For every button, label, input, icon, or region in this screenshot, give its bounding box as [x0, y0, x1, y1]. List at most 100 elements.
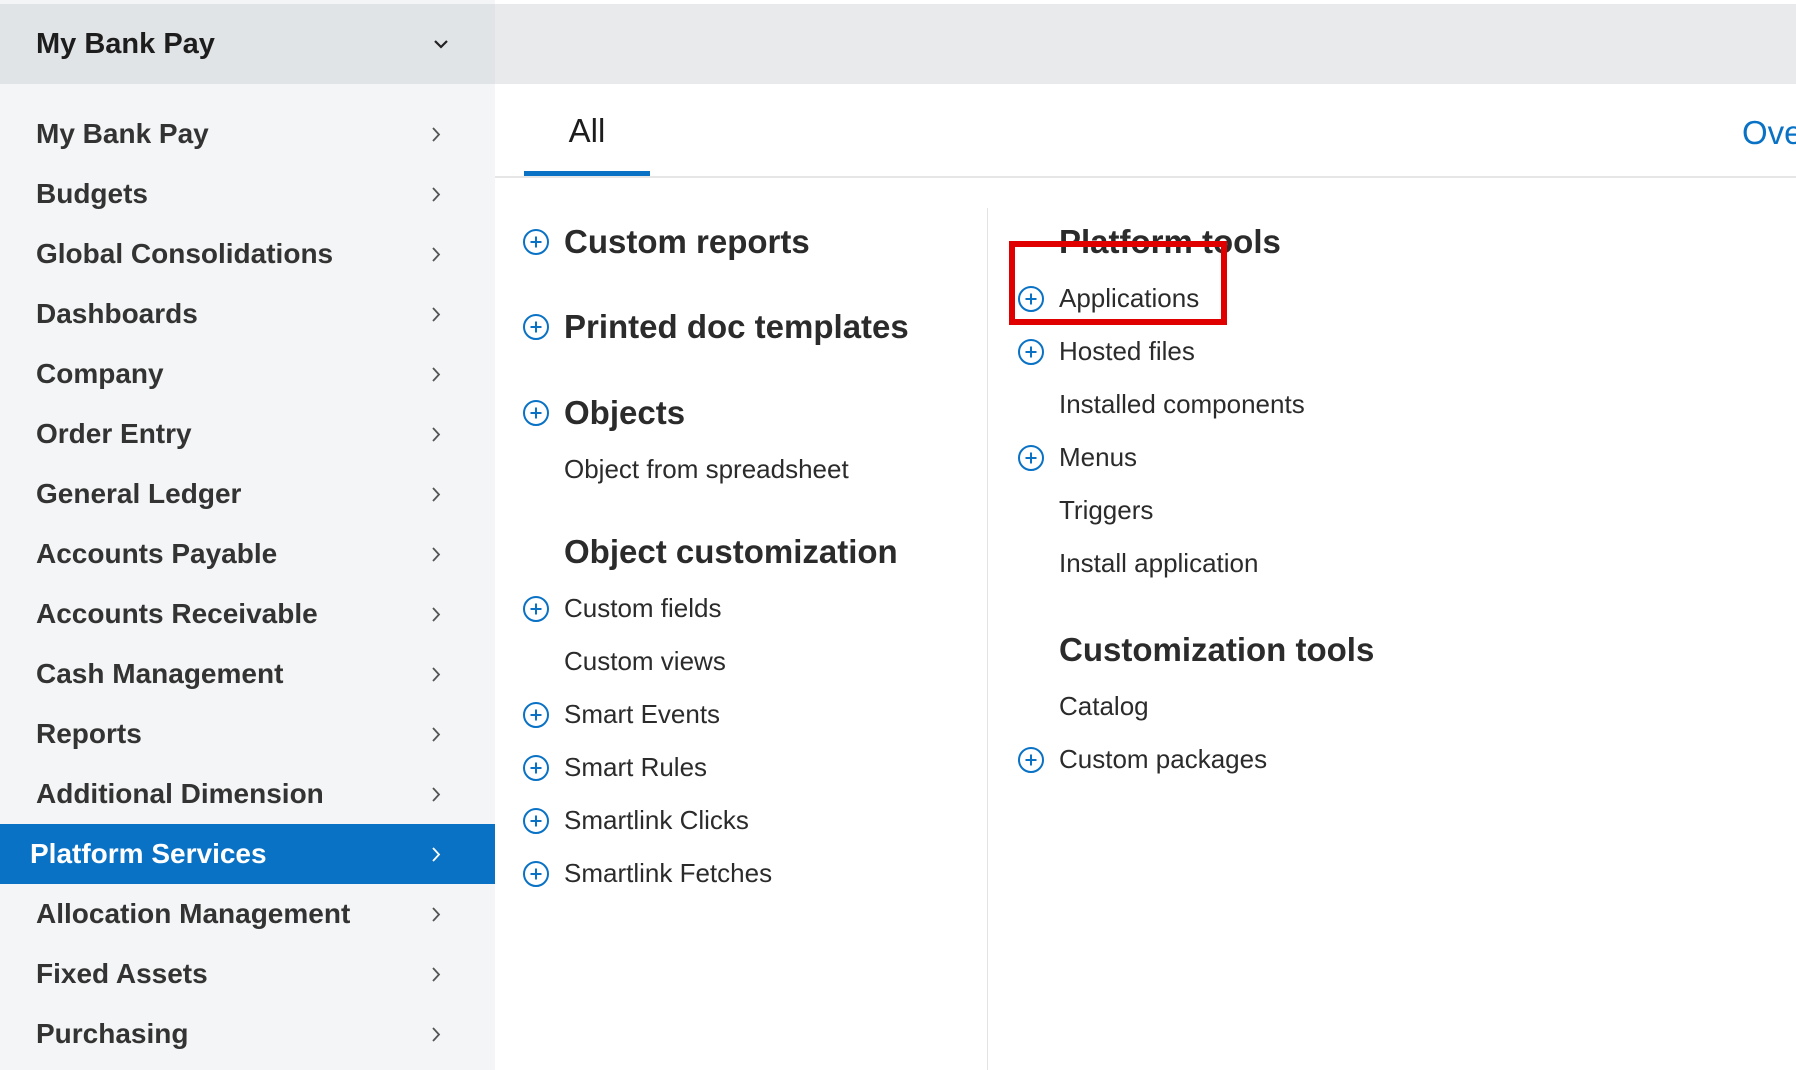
- menu-item-label: Install application: [1059, 548, 1259, 578]
- tab-all[interactable]: All: [524, 84, 650, 176]
- sidebar-item-company[interactable]: Company: [0, 344, 495, 404]
- menu-item-smart-events[interactable]: Smart Events: [523, 688, 983, 741]
- menu-item-label: Custom reports: [564, 223, 810, 260]
- chevron-right-icon: [432, 726, 441, 742]
- menu-item-custom-packages[interactable]: Custom packages: [1018, 733, 1518, 786]
- plus-circle-icon[interactable]: [1018, 338, 1044, 365]
- sidebar-item-label: Cash Management: [36, 658, 284, 689]
- sidebar-item-reports[interactable]: Reports: [0, 704, 495, 764]
- tab-bar: All Ove: [495, 84, 1796, 178]
- menu-item-printed-doc-templates[interactable]: Printed doc templates: [523, 297, 983, 357]
- sidebar-item-label: General Ledger: [36, 478, 242, 509]
- sidebar-item-accounts-payable[interactable]: Accounts Payable: [0, 524, 495, 584]
- menu-item-objects[interactable]: Objects: [523, 383, 983, 443]
- sidebar-item-dashboards[interactable]: Dashboards: [0, 284, 495, 344]
- sidebar-item-general-ledger[interactable]: General Ledger: [0, 464, 495, 524]
- plus-circle-icon[interactable]: [523, 314, 549, 340]
- chevron-right-icon: [432, 906, 441, 922]
- sidebar-item-label: Purchasing: [36, 1018, 189, 1049]
- chevron-right-icon: [432, 306, 441, 322]
- plus-circle-icon[interactable]: [1018, 444, 1044, 471]
- menu-item-label: Hosted files: [1059, 336, 1195, 366]
- sidebar-item-label: My Bank Pay: [36, 118, 209, 149]
- chevron-right-icon: [432, 1026, 441, 1042]
- plus-circle-icon[interactable]: [523, 701, 549, 728]
- section-heading: Customization tools: [1059, 631, 1375, 668]
- menu-item-installed-components[interactable]: Installed components: [1018, 378, 1518, 431]
- chevron-down-icon: [434, 40, 448, 49]
- menu-item-custom-views[interactable]: Custom views: [523, 635, 983, 688]
- menu-item-custom-reports[interactable]: Custom reports: [523, 212, 983, 272]
- sidebar-item-label: Budgets: [36, 178, 148, 209]
- menu-item-label: Smartlink Fetches: [564, 858, 773, 888]
- plus-circle-icon[interactable]: [1018, 285, 1044, 312]
- chevron-right-icon: [432, 666, 441, 682]
- menu-item-label: Triggers: [1059, 495, 1154, 525]
- section-object-customization: Object customization: [523, 522, 983, 582]
- sidebar-item-fixed-assets[interactable]: Fixed Assets: [0, 944, 495, 1004]
- section-heading: Object customization: [564, 533, 898, 570]
- menu-item-object-from-spreadsheet[interactable]: Object from spreadsheet: [523, 443, 983, 496]
- chevron-right-icon: [432, 606, 441, 622]
- chevron-right-icon: [432, 246, 441, 262]
- menu-item-install-application[interactable]: Install application: [1018, 537, 1518, 590]
- chevron-right-icon: [432, 546, 441, 562]
- left-column: Custom reports Printed doc templates Obj…: [523, 212, 983, 900]
- chevron-right-icon: [432, 966, 441, 982]
- chevron-right-icon: [432, 186, 441, 202]
- menu-item-smartlink-fetches[interactable]: Smartlink Fetches: [523, 847, 983, 900]
- menu-item-smart-rules[interactable]: Smart Rules: [523, 741, 983, 794]
- plus-circle-icon[interactable]: [523, 807, 549, 834]
- chevron-right-icon: [432, 126, 441, 142]
- menu-item-menus[interactable]: Menus: [1018, 431, 1518, 484]
- plus-circle-icon[interactable]: [523, 400, 549, 426]
- sidebar-item-label: Order Entry: [36, 418, 192, 449]
- menu-item-applications[interactable]: Applications: [1018, 272, 1518, 325]
- sidebar-item-global-consolidations[interactable]: Global Consolidations: [0, 224, 495, 284]
- plus-circle-icon[interactable]: [1018, 746, 1044, 773]
- sidebar-item-budgets[interactable]: Budgets: [0, 164, 495, 224]
- sidebar-item-label: Reports: [36, 718, 142, 749]
- menu-item-label: Custom packages: [1059, 744, 1268, 774]
- menu-item-label: Smart Events: [564, 699, 721, 729]
- chevron-right-icon: [432, 786, 441, 802]
- menu-item-label: Catalog: [1059, 691, 1149, 721]
- sidebar: My Bank Pay My Bank Pay Budgets Global C…: [0, 0, 495, 1070]
- sidebar-header[interactable]: My Bank Pay: [0, 4, 495, 84]
- sidebar-item-platform-services[interactable]: Platform Services: [0, 824, 495, 884]
- sidebar-item-my-bank-pay[interactable]: My Bank Pay: [0, 104, 495, 164]
- sidebar-item-accounts-receivable[interactable]: Accounts Receivable: [0, 584, 495, 644]
- chevron-right-icon: [432, 846, 441, 862]
- sidebar-item-label: Allocation Management: [36, 898, 351, 929]
- menu-item-label: Applications: [1059, 283, 1200, 313]
- sidebar-header-title: My Bank Pay: [36, 27, 215, 60]
- menu-item-label: Custom fields: [564, 593, 722, 623]
- menu-item-label: Installed components: [1059, 389, 1305, 419]
- menu-item-triggers[interactable]: Triggers: [1018, 484, 1518, 537]
- menu-item-label: Smartlink Clicks: [564, 805, 749, 835]
- plus-circle-icon[interactable]: [523, 754, 549, 781]
- menu-item-smartlink-clicks[interactable]: Smartlink Clicks: [523, 794, 983, 847]
- sidebar-item-label: Fixed Assets: [36, 958, 208, 989]
- plus-circle-icon[interactable]: [523, 595, 549, 622]
- sidebar-item-order-entry[interactable]: Order Entry: [0, 404, 495, 464]
- tab-overview[interactable]: Ove: [1742, 114, 1796, 152]
- sidebar-item-cash-management[interactable]: Cash Management: [0, 644, 495, 704]
- menu-item-hosted-files[interactable]: Hosted files: [1018, 325, 1518, 378]
- chevron-right-icon: [432, 426, 441, 442]
- menu-item-label: Custom views: [564, 646, 726, 676]
- menu-item-custom-fields[interactable]: Custom fields: [523, 582, 983, 635]
- sidebar-item-label: Dashboards: [36, 298, 198, 329]
- plus-circle-icon[interactable]: [523, 229, 549, 255]
- sidebar-item-purchasing[interactable]: Purchasing: [0, 1004, 495, 1064]
- plus-circle-icon[interactable]: [523, 860, 549, 887]
- sidebar-item-label: Global Consolidations: [36, 238, 334, 269]
- menu-item-catalog[interactable]: Catalog: [1018, 680, 1518, 733]
- sidebar-item-additional-dimension[interactable]: Additional Dimension: [0, 764, 495, 824]
- sidebar-list: My Bank Pay Budgets Global Consolidation…: [0, 104, 495, 1064]
- sidebar-item-allocation-management[interactable]: Allocation Management: [0, 884, 495, 944]
- menu-item-label: Smart Rules: [564, 752, 708, 782]
- top-bar: [495, 4, 1796, 84]
- column-divider: [987, 208, 988, 1070]
- sidebar-item-label: Accounts Payable: [36, 538, 278, 569]
